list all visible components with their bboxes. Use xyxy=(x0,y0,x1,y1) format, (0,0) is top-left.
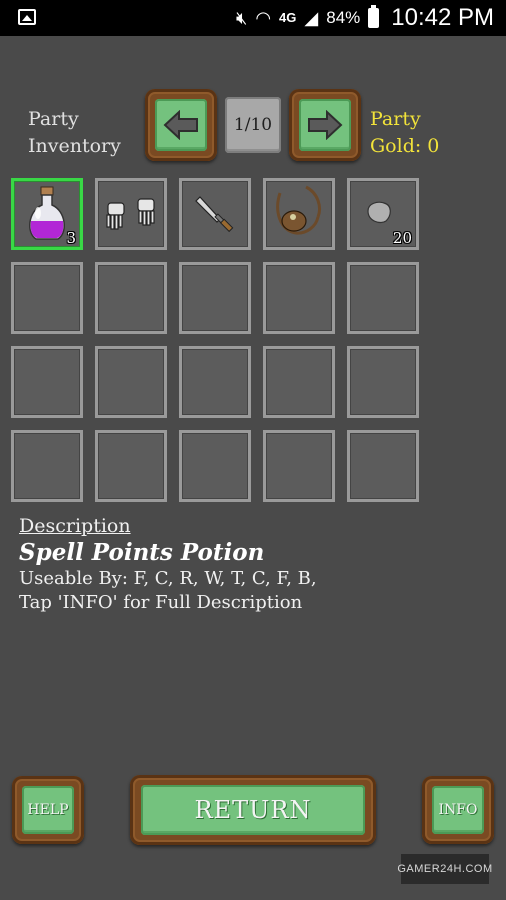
sling-icon xyxy=(276,185,321,235)
status-bar: 🔇︎ ◠ 4G ◢ 84% 10:42 PM xyxy=(0,0,506,36)
battery-icon xyxy=(368,5,380,28)
signal-icon: ◢ xyxy=(304,8,319,28)
mute-icon: 🔇︎ xyxy=(235,8,248,28)
inventory-slot-3[interactable] xyxy=(179,178,251,250)
party-inventory-label: Party Inventory xyxy=(28,108,121,157)
gauntlets-icon xyxy=(106,198,155,230)
wifi-icon: ◠ xyxy=(255,8,272,28)
info-button[interactable]: INFO xyxy=(432,786,484,834)
inventory-slot-15[interactable] xyxy=(347,346,419,418)
inventory-slot-7[interactable] xyxy=(95,262,167,334)
arrow-left-icon xyxy=(163,110,198,140)
inventory-slot-17[interactable] xyxy=(95,430,167,502)
watermark: GAMER24H.COM xyxy=(397,854,492,884)
inventory-grid: 3 20 xyxy=(11,178,425,508)
network-type-icon: 4G xyxy=(279,10,297,25)
inventory-slot-20[interactable] xyxy=(347,430,419,502)
inventory-slot-1[interactable]: 3 xyxy=(11,178,83,250)
next-page-button[interactable] xyxy=(299,99,351,151)
status-icons: 🔇︎ ◠ 4G ◢ 84% 10:42 PM xyxy=(236,0,494,36)
description-heading: Description xyxy=(19,515,131,537)
inventory-slot-8[interactable] xyxy=(179,262,251,334)
useable-by-text: Useable By: F, C, R, W, T, C, F, B, xyxy=(19,568,317,589)
inventory-slot-5[interactable]: 20 xyxy=(347,178,419,250)
inventory-slot-13[interactable] xyxy=(179,346,251,418)
inventory-slot-4[interactable] xyxy=(263,178,335,250)
inventory-slot-9[interactable] xyxy=(263,262,335,334)
inventory-slot-12[interactable] xyxy=(95,346,167,418)
info-hint-text: Tap 'INFO' for Full Description xyxy=(19,592,303,613)
info-button-frame: INFO xyxy=(422,776,494,844)
party-gold-label: Party Gold: 0 xyxy=(370,108,440,157)
arrow-right-icon xyxy=(308,110,343,140)
help-button-frame: HELP xyxy=(12,776,84,844)
info-button-label: INFO xyxy=(438,802,478,818)
inventory-slot-14[interactable] xyxy=(263,346,335,418)
prev-page-button[interactable] xyxy=(155,99,207,151)
prev-page-frame xyxy=(145,89,217,161)
inventory-slot-19[interactable] xyxy=(263,430,335,502)
page-indicator: 1/10 xyxy=(225,97,281,153)
inventory-slot-10[interactable] xyxy=(347,262,419,334)
return-button-frame: RETURN xyxy=(130,775,376,845)
dagger-icon xyxy=(195,196,234,233)
item-description: Description Spell Points Potion Useable … xyxy=(19,514,489,615)
inventory-slot-2[interactable] xyxy=(95,178,167,250)
inventory-slot-11[interactable] xyxy=(11,346,83,418)
return-button-label: RETURN xyxy=(194,796,312,824)
slot-count: 20 xyxy=(392,229,412,247)
next-page-frame xyxy=(289,89,361,161)
return-button[interactable]: RETURN xyxy=(141,785,365,835)
help-button-label: HELP xyxy=(27,802,69,818)
battery-percent: 84% xyxy=(326,8,361,27)
inventory-slot-16[interactable] xyxy=(11,430,83,502)
clock: 10:42 PM xyxy=(391,4,494,31)
help-button[interactable]: HELP xyxy=(22,786,74,834)
inventory-slot-18[interactable] xyxy=(179,430,251,502)
gallery-notification-icon xyxy=(18,9,36,25)
item-name: Spell Points Potion xyxy=(19,539,265,566)
slot-count: 3 xyxy=(66,229,76,247)
inventory-slot-6[interactable] xyxy=(11,262,83,334)
